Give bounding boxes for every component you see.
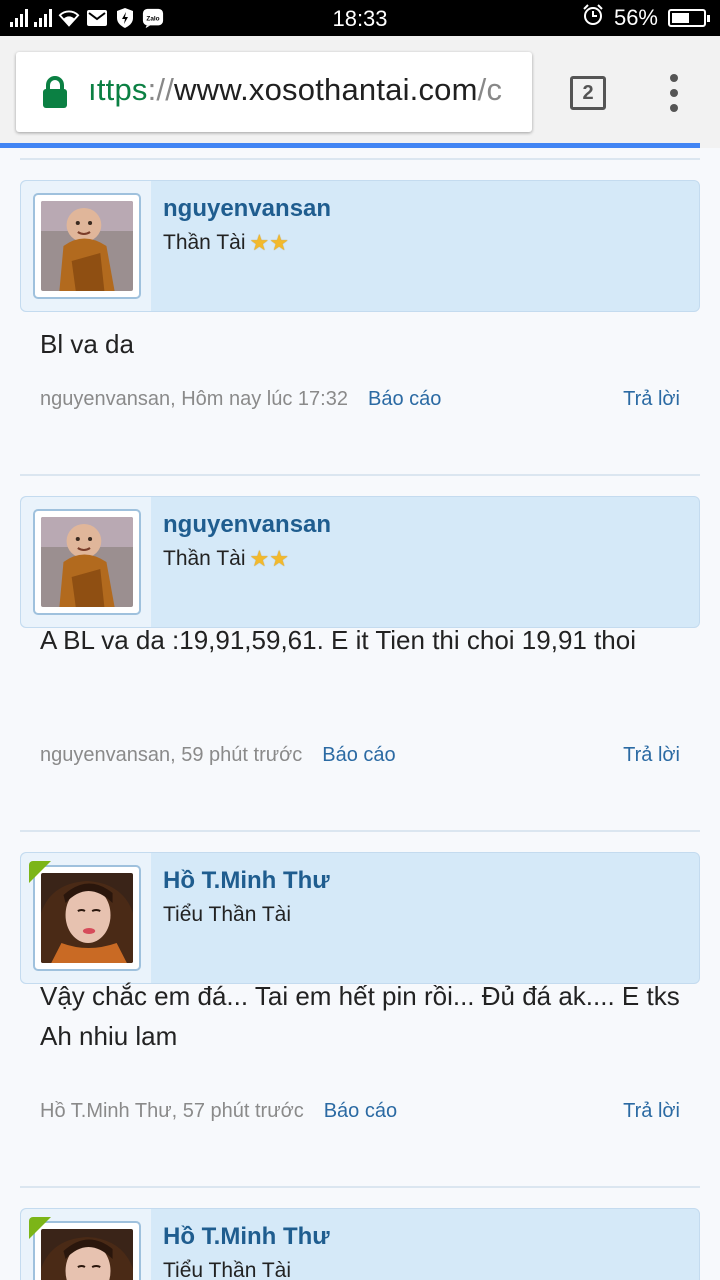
star-icon: ★ [269, 546, 289, 571]
post-author-box: Hồ T.Minh Thư Tiểu Thần Tài [20, 852, 700, 984]
avatar-image [41, 201, 133, 291]
overflow-menu-icon[interactable] [666, 74, 682, 112]
post-username[interactable]: Hồ T.Minh Thư [163, 867, 330, 895]
post-user-rank: Tiểu Thần Tài [163, 1259, 291, 1280]
post-user-rank: Thần Tài ★ ★ [163, 547, 289, 571]
post-user-rank: Thần Tài ★ ★ [163, 231, 289, 255]
reply-link[interactable]: Trả lời [623, 744, 680, 767]
url-text[interactable]: ıttps://www.xosothantai.com/c [88, 72, 502, 108]
star-icon: ★ [249, 230, 270, 255]
post: Hồ T.Minh Thư Tiểu Thần Tài Vậy chắc em … [20, 830, 700, 1186]
battery-icon [668, 9, 710, 27]
online-indicator-icon [29, 861, 51, 883]
post-author-box: nguyenvansan Thần Tài ★ ★ [20, 180, 700, 312]
avatar-image [41, 873, 133, 963]
rank-label: Thần Tài [163, 231, 246, 254]
status-icons-right: 56% [582, 4, 710, 32]
avatar-column [21, 181, 151, 311]
avatar-image [41, 1229, 133, 1280]
alarm-icon [582, 4, 604, 32]
post-author-time: nguyenvansan, 59 phút trước [40, 744, 303, 766]
post-message: A BL va da :19,91,59,61. E it Tien thi c… [40, 625, 637, 655]
avatar[interactable] [33, 193, 141, 299]
post-author-box: Hồ T.Minh Thư Tiểu Thần Tài [20, 1208, 700, 1280]
reply-link[interactable]: Trả lời [623, 1100, 680, 1123]
avatar-column [21, 497, 151, 627]
lock-icon [43, 76, 67, 108]
report-link[interactable]: Báo cáo [324, 1100, 397, 1122]
avatar-column [21, 853, 151, 983]
battery-percent: 56% [613, 5, 658, 30]
report-link[interactable]: Báo cáo [368, 388, 441, 410]
address-bar[interactable]: ıttps://www.xosothantai.com/c [16, 52, 532, 132]
post-username[interactable]: nguyenvansan [163, 511, 331, 539]
post-meta: nguyenvansan, Hôm nay lúc 17:32 Báo cáo T… [40, 388, 680, 411]
post-message: Bl va da [40, 329, 134, 359]
post-meta: nguyenvansan, 59 phút trước Báo cáo Trả l… [40, 744, 680, 767]
post-username[interactable]: nguyenvansan [163, 195, 331, 223]
post-meta: Hồ T.Minh Thư, 57 phút trước Báo cáo Trả … [40, 1100, 680, 1123]
post-username[interactable]: Hồ T.Minh Thư [163, 1223, 330, 1251]
post-message: Vậy chắc em đá... Tai em hết pin rồi... … [40, 981, 680, 1051]
avatar-image [41, 517, 133, 607]
url-scheme: ıttps [88, 72, 148, 107]
post: Hồ T.Minh Thư Tiểu Thần Tài [20, 1186, 700, 1280]
online-indicator-icon [29, 1217, 51, 1239]
tab-switcher-button[interactable]: 2 [570, 76, 606, 110]
rank-label: Tiểu Thần Tài [163, 903, 292, 926]
star-icon: ★ [249, 546, 270, 571]
url-separator: :// [147, 72, 175, 107]
post: nguyenvansan Thần Tài ★ ★ Bl va da nguyen… [20, 158, 700, 474]
url-path: /c [477, 72, 503, 107]
browser-toolbar: ıttps://www.xosothantai.com/c 2 [0, 36, 720, 148]
report-link[interactable]: Báo cáo [322, 744, 395, 766]
post-author-time: nguyenvansan, Hôm nay lúc 17:32 [40, 388, 348, 410]
thread-content: nguyenvansan Thần Tài ★ ★ Bl va da nguyen… [0, 148, 720, 1280]
post: nguyenvansan Thần Tài ★ ★ A BL va da :19,… [20, 474, 700, 830]
status-bar: Zalo 18:33 56% [0, 0, 720, 36]
post-user-rank: Tiểu Thần Tài [163, 903, 291, 927]
reply-link[interactable]: Trả lời [623, 388, 680, 411]
post-author-box: nguyenvansan Thần Tài ★ ★ [20, 496, 700, 628]
url-host: www.xosothantai.com [174, 72, 478, 107]
avatar[interactable] [33, 509, 141, 615]
rank-label: Tiểu Thần Tài [163, 1259, 292, 1280]
rank-label: Thần Tài [163, 547, 246, 570]
star-icon: ★ [269, 230, 289, 255]
avatar-column [21, 1209, 151, 1280]
post-author-time: Hồ T.Minh Thư, 57 phút trước [40, 1100, 304, 1122]
